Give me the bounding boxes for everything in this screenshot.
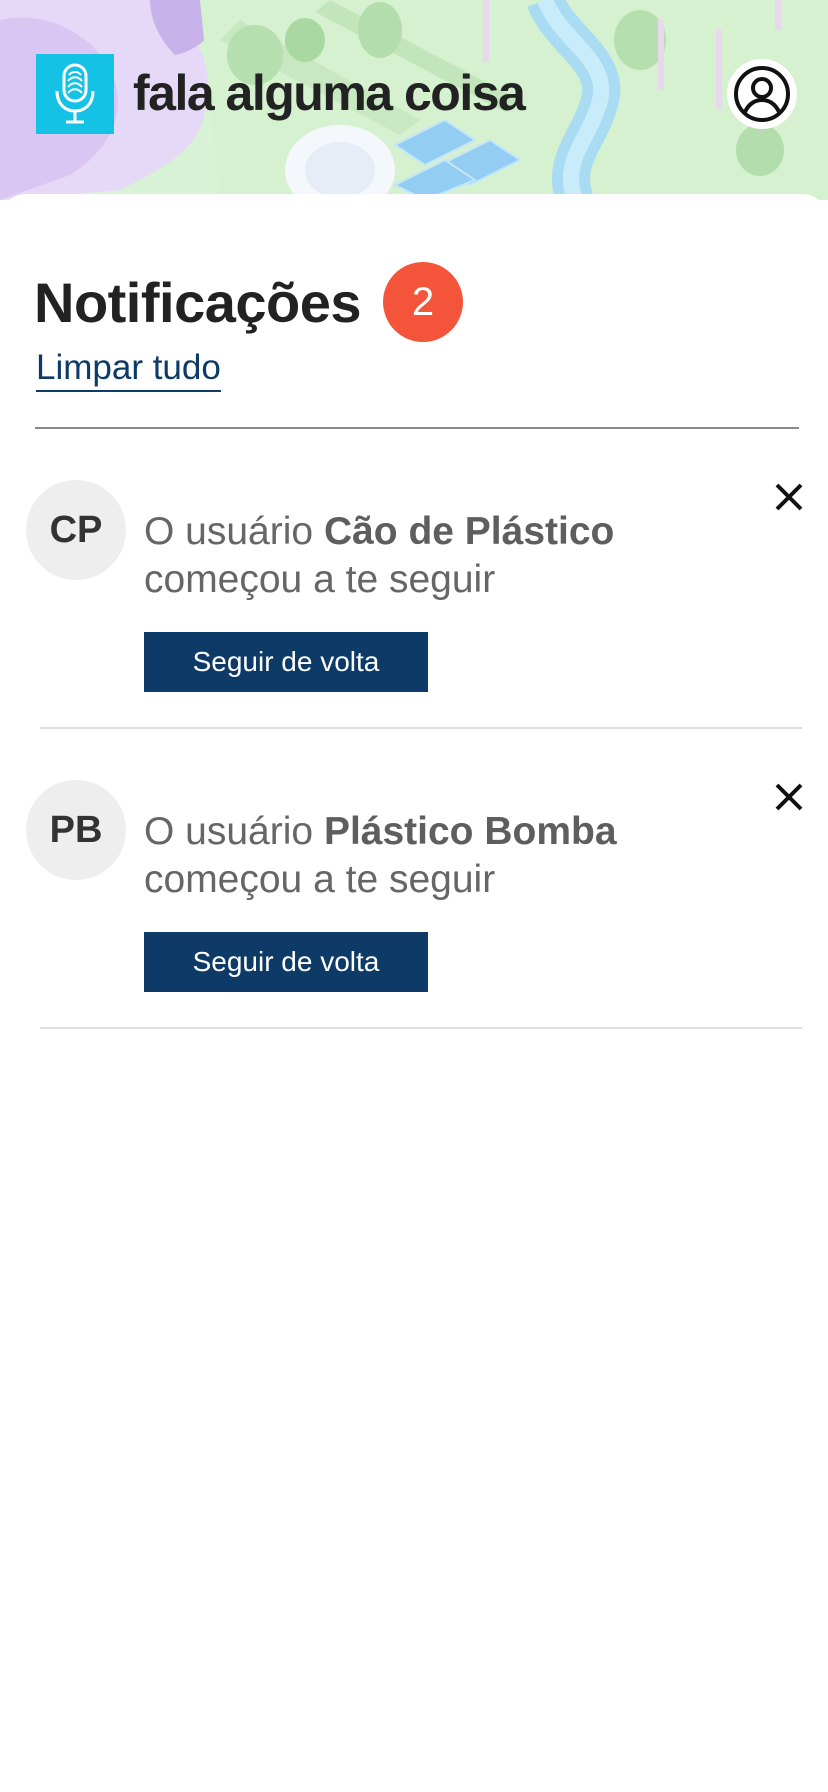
header-divider — [35, 427, 799, 429]
avatar: PB — [26, 780, 126, 880]
page-title: Notificações — [34, 270, 362, 334]
notification-text: O usuário Plástico Bomba começou a te se… — [144, 808, 784, 904]
close-icon — [775, 783, 803, 811]
app-header: fala alguma coisa — [0, 0, 828, 200]
notification-prefix: O usuário — [144, 810, 314, 853]
notification-suffix: começou a te seguir — [144, 858, 496, 901]
app-logo — [36, 54, 114, 134]
dismiss-notification-button[interactable] — [772, 780, 806, 814]
notification-user-name: Plástico Bomba — [323, 810, 617, 853]
notifications-card: Notificações 2 Limpar tudo CP O usuário … — [0, 194, 828, 1792]
close-icon — [775, 483, 803, 511]
microphone-fingerprint-icon — [55, 63, 95, 124]
follow-back-button[interactable]: Seguir de volta — [144, 632, 428, 692]
notification-user-name: Cão de Plástico — [323, 510, 615, 553]
item-divider — [40, 1027, 802, 1029]
notification-text: O usuário Cão de Plástico começou a te s… — [144, 508, 784, 604]
follow-back-button[interactable]: Seguir de volta — [144, 932, 428, 992]
profile-button[interactable] — [727, 59, 797, 129]
notification-item: PB O usuário Plástico Bomba começou a te… — [0, 780, 828, 1080]
user-circle-icon — [734, 66, 790, 122]
title-row: Notificações 2 — [34, 262, 463, 342]
dismiss-notification-button[interactable] — [772, 480, 806, 514]
notification-prefix: O usuário — [144, 510, 314, 553]
notification-suffix: começou a te seguir — [144, 558, 496, 601]
clear-all-link[interactable]: Limpar tudo — [36, 348, 221, 392]
app-name: fala alguma coisa — [133, 65, 526, 121]
notification-item: CP O usuário Cão de Plástico começou a t… — [0, 480, 828, 780]
notification-count-badge: 2 — [383, 262, 463, 342]
notifications-page: fala alguma coisa Notificações 2 Limpar … — [0, 0, 828, 1792]
avatar: CP — [26, 480, 126, 580]
item-divider — [40, 727, 802, 729]
